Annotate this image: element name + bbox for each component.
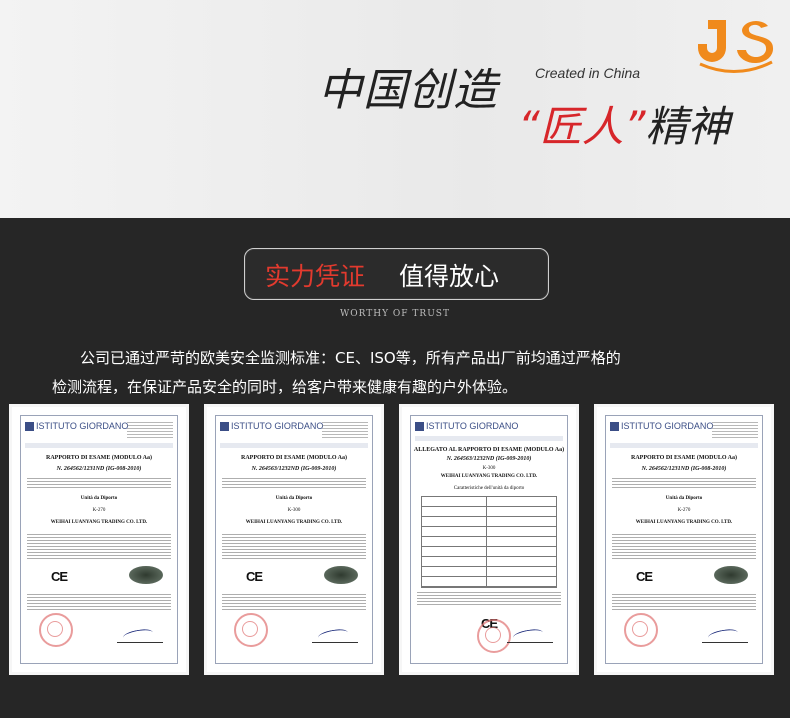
header-bar [610, 443, 758, 448]
spirit-word: 精神 [645, 102, 730, 151]
certificate-number: N. 264563/1232ND (IG-009-2010) [446, 456, 532, 462]
hologram-seal [129, 566, 163, 584]
ce-mark: CE [246, 569, 263, 584]
description-line-2: 检测流程，在保证产品安全的同时，给客户带来健康有趣的户外体验。 [52, 378, 518, 396]
brand-logo-icon [698, 20, 774, 74]
trust-subtitle: WORTHY OF TRUST [340, 309, 450, 319]
craftsman-word: 匠人 [539, 102, 624, 151]
hero-banner: 中国创造 Created in China “匠人”精神 [0, 0, 790, 218]
certificate-company: WEIHAI LUANYANG TRADING CO. LTD. [635, 520, 733, 525]
institute-address [712, 422, 758, 438]
hologram-seal [324, 566, 358, 584]
quote-open: “ [518, 102, 540, 151]
certificate-body-text [612, 534, 756, 560]
certificate-heading: ALLEGATO AL RAPPORTO DI ESAME (MODULO Aa… [413, 447, 565, 453]
certificate-body-text [27, 534, 171, 560]
certificate-footer-text [222, 594, 366, 612]
certificate-1: ISTITUTO GIORDANO RAPPORTO DI ESAME (MOD… [12, 407, 186, 672]
certificate-model: K-300 [287, 508, 301, 513]
certificate-frame: ISTITUTO GIORDANO RAPPORTO DI ESAME (MOD… [20, 415, 178, 664]
header-bar [25, 443, 173, 448]
certificate-company: WEIHAI LUANYANG TRADING CO. LTD. [440, 474, 538, 479]
institute-logo: ISTITUTO GIORDANO [220, 422, 323, 431]
certificate-2: ISTITUTO GIORDANO RAPPORTO DI ESAME (MOD… [207, 407, 381, 672]
red-stamp [234, 613, 268, 647]
certificate-number: N. 264562/1231ND (IG-008-2010) [641, 466, 727, 472]
certificate-heading: RAPPORTO DI ESAME (MODULO Aa) [630, 455, 737, 461]
certificate-body-text [222, 478, 366, 490]
certificate-body-text [222, 534, 366, 560]
institute-address [127, 422, 173, 438]
certificate-4: ISTITUTO GIORDANO RAPPORTO DI ESAME (MOD… [597, 407, 771, 672]
header-bar [220, 443, 368, 448]
certificate-subject: Unità da Diporto [80, 496, 118, 501]
certificate-footer-text [27, 594, 171, 612]
certificate-subject: Unità da Diporto [275, 496, 313, 501]
certificate-footer-text [612, 594, 756, 612]
trust-label-white: 值得放心 [399, 262, 500, 291]
certificate-model: K-270 [92, 508, 106, 513]
header-bar [415, 436, 563, 441]
ce-mark: CE [51, 569, 68, 584]
certificate-company: WEIHAI LUANYANG TRADING CO. LTD. [50, 520, 148, 525]
institute-address [322, 422, 368, 438]
institute-logo: ISTITUTO GIORDANO [25, 422, 128, 431]
certificate-number: N. 264563/1232ND (IG-009-2010) [251, 466, 337, 472]
characteristics-table [421, 496, 557, 588]
hologram-seal [714, 566, 748, 584]
institute-logo: ISTITUTO GIORDANO [415, 422, 518, 431]
trust-heading-box: 实力凭证 值得放心 [244, 248, 549, 300]
banner-title: 中国创造 [318, 65, 498, 116]
trust-label-red: 实力凭证 [265, 262, 366, 291]
certificate-model: K-300 [482, 466, 496, 471]
certificate-heading: RAPPORTO DI ESAME (MODULO Aa) [45, 455, 152, 461]
signature [702, 628, 748, 643]
certificate-frame: ISTITUTO GIORDANO RAPPORTO DI ESAME (MOD… [605, 415, 763, 664]
certificate-frame: ISTITUTO GIORDANO RAPPORTO DI ESAME (MOD… [215, 415, 373, 664]
certificate-heading: RAPPORTO DI ESAME (MODULO Aa) [240, 455, 347, 461]
certificate-subject: Unità da Diporto [665, 496, 703, 501]
certificate-subject: Caratteristiche dell'unità da diporto [453, 486, 525, 491]
quote-close: ” [623, 102, 646, 151]
craftsman-spirit-title: “匠人”精神 [518, 93, 730, 154]
ce-mark: CE [636, 569, 653, 584]
signature [117, 628, 163, 643]
certificate-number: N. 264562/1231ND (IG-008-2010) [56, 466, 142, 472]
certificate-company: WEIHAI LUANYANG TRADING CO. LTD. [245, 520, 343, 525]
certificate-body-text [27, 478, 171, 490]
description-line-1: 公司已通过严苛的欧美安全监测标准：CE、ISO等，所有产品出厂前均通过严格的 [80, 349, 621, 367]
certificate-body-text [612, 478, 756, 490]
red-stamp [624, 613, 658, 647]
certificate-model: K-270 [677, 508, 691, 513]
certificate-frame: ISTITUTO GIORDANO ALLEGATO AL RAPPORTO D… [410, 415, 568, 664]
red-stamp [477, 619, 511, 653]
certificate-3: ISTITUTO GIORDANO ALLEGATO AL RAPPORTO D… [402, 407, 576, 672]
certificate-footer-text [417, 592, 561, 606]
red-stamp [39, 613, 73, 647]
signature [312, 628, 358, 643]
signature [507, 628, 553, 643]
institute-logo: ISTITUTO GIORDANO [610, 422, 713, 431]
created-in-china-text: Created in China [535, 65, 641, 81]
